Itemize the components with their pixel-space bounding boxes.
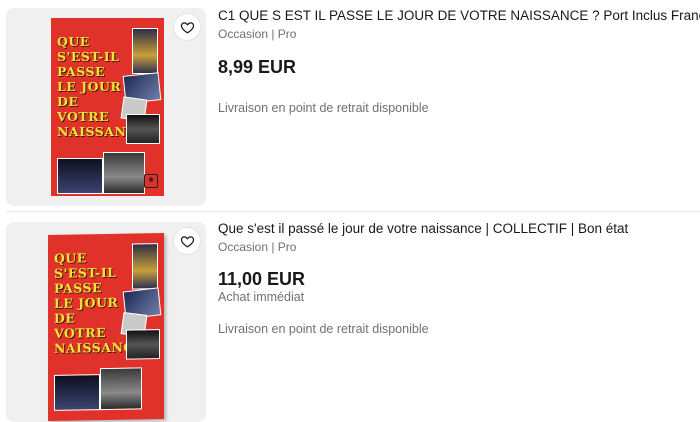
listing-price: 8,99 EUR [218,57,297,77]
listing-condition: Occasion | Pro [218,240,297,254]
cover-title-text: QUE S'EST-IL PASSE LE JOUR DE VOTRE NAIS… [54,250,152,356]
listing-title-link[interactable]: C1 QUE S EST IL PASSE LE JOUR DE VOTRE N… [218,6,700,25]
cover-title-text: QUE S'EST-IL PASSE LE JOUR DE VOTRE NAIS… [57,34,155,139]
delivery-info: Livraison en point de retrait disponible [218,322,429,336]
cover-photo [54,374,100,411]
delivery-info: Livraison en point de retrait disponible [218,101,429,115]
cover-photo [126,114,160,144]
heart-outline-icon [180,21,194,34]
cover-photo [57,158,103,194]
cover-photo [103,152,145,194]
listing-image[interactable]: QUE S'EST-IL PASSE LE JOUR DE VOTRE NAIS… [6,8,206,206]
listing-item[interactable]: QUE S'EST-IL PASSE LE JOUR DE VOTRE NAIS… [0,0,700,210]
book-cover-image: QUE S'EST-IL PASSE LE JOUR DE VOTRE NAIS… [48,232,164,422]
buy-format: Achat immédiat [218,290,305,304]
book-cover-image: QUE S'EST-IL PASSE LE JOUR DE VOTRE NAIS… [51,18,164,196]
heart-outline-icon [180,235,194,248]
listing-condition: Occasion | Pro [218,27,297,41]
listing-item[interactable]: QUE S'EST-IL PASSE LE JOUR DE VOTRE NAIS… [0,212,700,422]
listing-price: 11,00 EUR [218,269,306,289]
cover-photo [132,243,158,290]
cover-photo [132,28,158,74]
cover-photo [126,329,160,360]
favorite-button[interactable] [174,14,200,40]
listing-title-link[interactable]: Que s'est il passé le jour de votre nais… [218,219,690,238]
favorite-button[interactable] [174,228,200,254]
cover-photo [100,367,142,411]
listing-image[interactable]: QUE S'EST-IL PASSE LE JOUR DE VOTRE NAIS… [6,222,206,422]
publisher-logo: ✺ [144,174,158,188]
